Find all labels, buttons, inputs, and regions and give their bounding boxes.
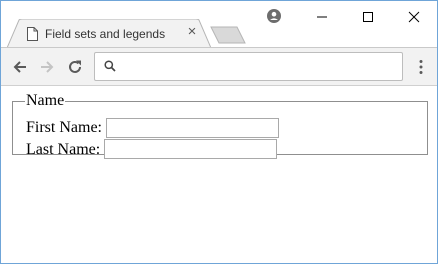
menu-icon[interactable]: [415, 58, 427, 76]
maximize-button[interactable]: [345, 1, 391, 31]
browser-toolbar: [1, 48, 437, 86]
minimize-icon: [317, 16, 327, 18]
forward-arrow-icon[interactable]: [38, 58, 56, 76]
first-name-field[interactable]: [106, 118, 279, 138]
back-arrow-icon[interactable]: [11, 58, 29, 76]
close-icon: [408, 11, 420, 23]
address-bar[interactable]: [94, 52, 403, 81]
minimize-button[interactable]: [299, 1, 345, 31]
last-name-field[interactable]: [104, 139, 277, 159]
close-window-button[interactable]: [391, 1, 437, 31]
fieldset-legend: Name: [26, 92, 65, 109]
browser-window: Field sets and legends × Name First Name…: [0, 0, 438, 264]
profile-icon[interactable]: [267, 9, 281, 23]
last-name-row: Last Name:: [26, 141, 100, 159]
title-bar: Field sets and legends ×: [1, 1, 437, 48]
reload-icon[interactable]: [66, 58, 84, 76]
page-content: Name First Name: Last Name:: [1, 86, 437, 263]
tab-close-icon[interactable]: ×: [185, 24, 199, 39]
new-tab-button[interactable]: [209, 26, 247, 44]
maximize-icon: [363, 12, 373, 22]
page-icon: [27, 27, 38, 41]
tab-title: Field sets and legends: [45, 27, 166, 41]
last-name-label: Last Name:: [26, 141, 101, 158]
address-input[interactable]: [123, 57, 393, 75]
search-icon: [104, 60, 116, 72]
first-name-row: First Name:: [26, 119, 102, 137]
first-name-label: First Name:: [26, 119, 102, 136]
tab-active[interactable]: Field sets and legends ×: [7, 19, 211, 48]
